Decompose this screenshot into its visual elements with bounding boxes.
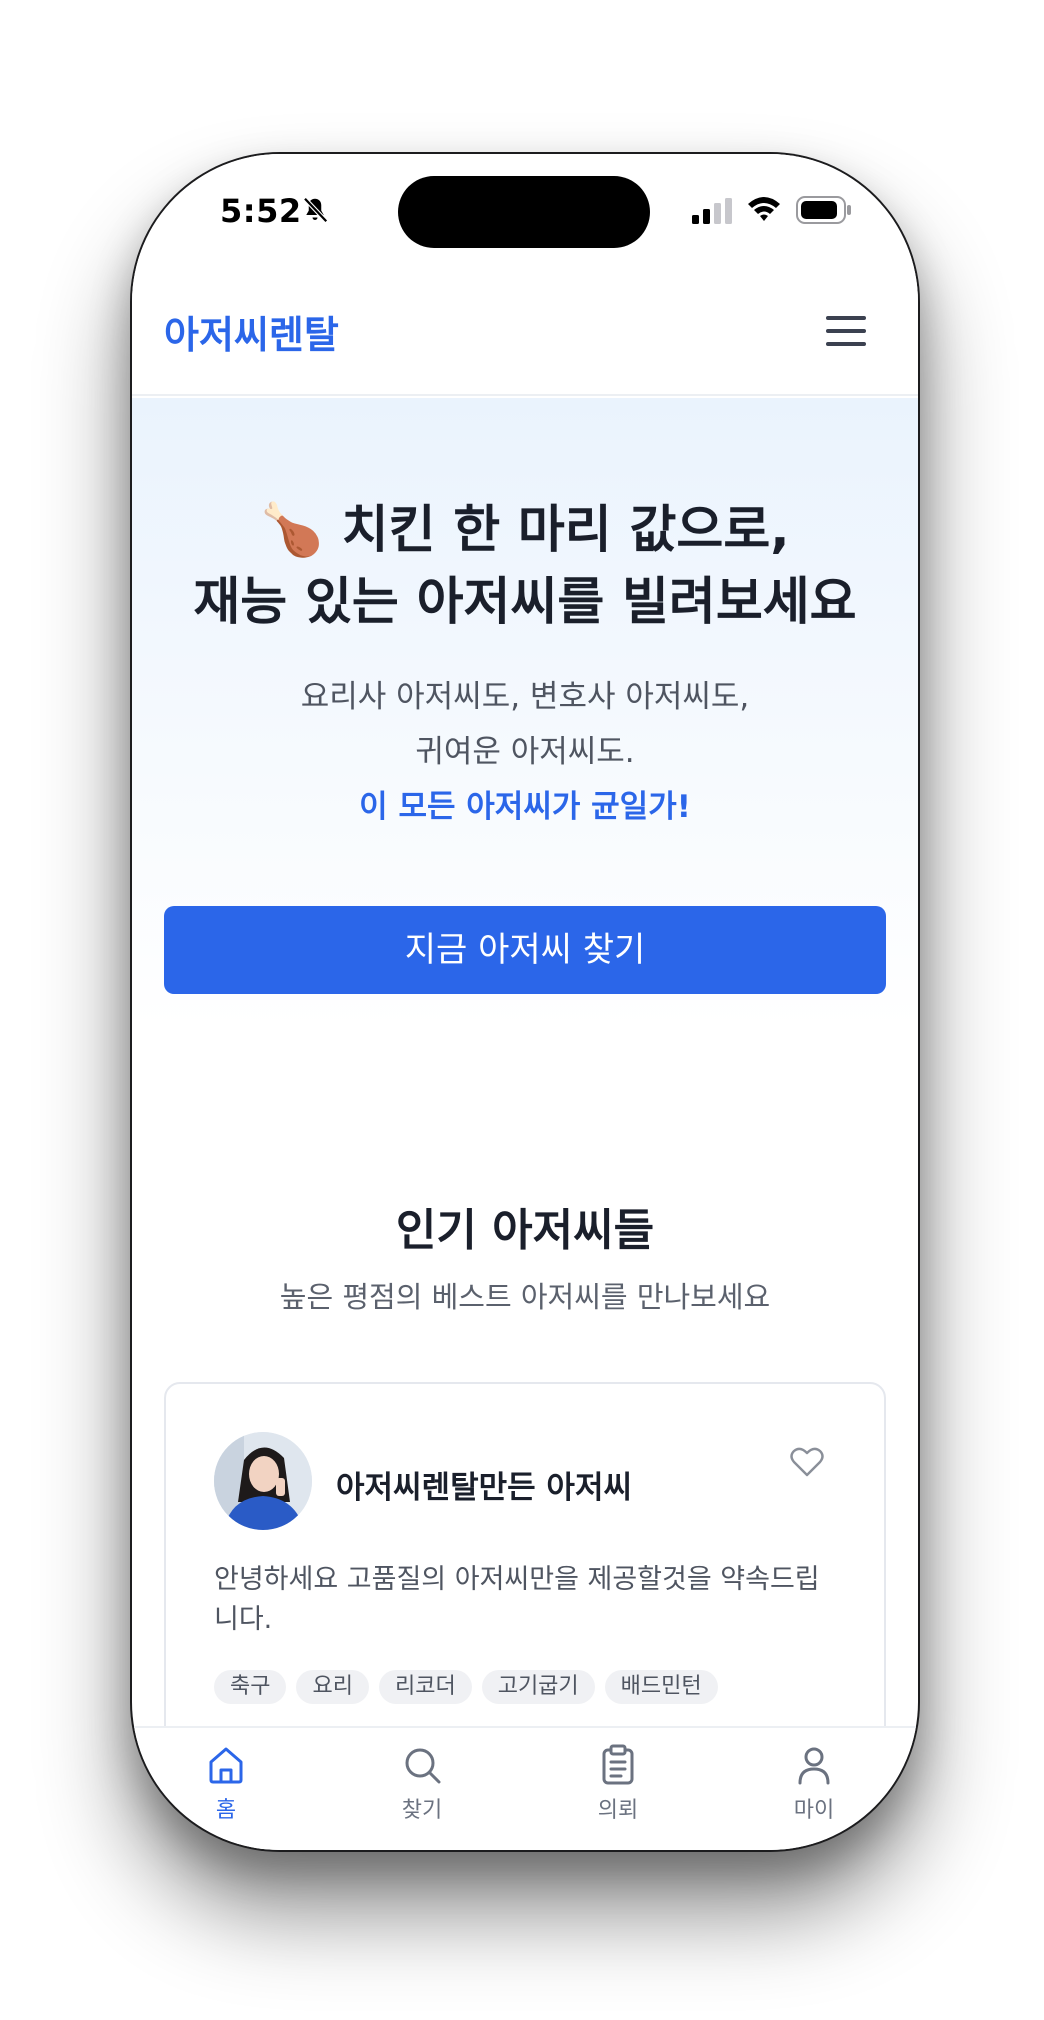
search-icon: [405, 1748, 441, 1784]
bell-off-icon: [303, 197, 328, 223]
hero-subtitle-line-1: 요리사 아저씨도, 변호사 아저씨도,: [300, 679, 750, 715]
heart-icon[interactable]: [790, 1446, 824, 1478]
clipboard-icon: [602, 1744, 634, 1785]
popular-section-title: 인기 아저씨들: [395, 1205, 655, 1256]
tab-home[interactable]: 홈: [166, 1738, 286, 1838]
dynamic-island: [398, 176, 650, 248]
tag: 배드민턴: [604, 1670, 718, 1704]
signal-icon: [692, 198, 732, 224]
hero-section: 🍗 치킨 한 마리 값으로, 재능 있는 아저씨를 빌려보세요 요리사 아저씨도…: [132, 398, 918, 1028]
menu-icon[interactable]: [826, 314, 866, 348]
avatar-image: [214, 1432, 312, 1530]
tab-my[interactable]: 마이: [754, 1738, 874, 1838]
hero-highlight: 이 모든 아저씨가 균일가!: [359, 789, 691, 825]
card-name: 아저씨렌탈만든 아저씨: [336, 1470, 632, 1506]
hero-subtitle-line-2: 귀여운 아저씨도.: [415, 734, 635, 770]
battery-icon: [796, 196, 851, 224]
home-icon: [209, 1747, 243, 1784]
popular-section-subtitle: 높은 평점의 베스트 아저씨를 만나보세요: [279, 1280, 771, 1314]
app-header: 아저씨렌탈: [132, 264, 918, 396]
tab-label: 의뢰: [597, 1798, 639, 1823]
card-description: 안녕하세요 고품질의 아저씨만을 제공할것을 약속드립니다.: [214, 1564, 820, 1635]
tab-requests[interactable]: 의뢰: [558, 1738, 678, 1838]
status-bar: 5:52: [132, 154, 918, 264]
tag: 리코더: [378, 1670, 472, 1704]
hero-title-line-2: 재능 있는 아저씨를 빌려보세요: [193, 573, 857, 632]
tag: 고기굽기: [481, 1670, 595, 1704]
person-icon: [798, 1747, 830, 1785]
tag: 축구: [214, 1670, 287, 1704]
hero-title-line-1: 🍗 치킨 한 마리 값으로,: [260, 501, 790, 560]
find-ajeossi-button[interactable]: 지금 아저씨 찾기: [164, 906, 886, 994]
wifi-icon: [748, 197, 780, 221]
hero-title: 🍗 치킨 한 마리 값으로, 재능 있는 아저씨를 빌려보세요: [132, 495, 918, 639]
tab-search[interactable]: 찾기: [362, 1738, 482, 1838]
bottom-tab-bar: 홈 찾기 의뢰 마이: [132, 1726, 918, 1850]
tab-label: 찾기: [401, 1798, 443, 1823]
status-time: 5:52: [220, 192, 302, 230]
phone-screen: 5:52 아저씨렌탈 🍗 치킨 한 마리 값으로, 재능 있는 아저씨를 빌려보…: [132, 154, 918, 1850]
tab-label: 마이: [793, 1798, 835, 1823]
tag: 요리: [296, 1670, 369, 1704]
hero-subtitle: 요리사 아저씨도, 변호사 아저씨도, 귀여운 아저씨도. 이 모든 아저씨가 …: [132, 670, 918, 835]
avatar: [214, 1432, 312, 1530]
tag-list: 축구 요리 리코더 고기굽기 배드민턴: [214, 1670, 718, 1704]
brand-logo[interactable]: 아저씨렌탈: [164, 304, 339, 359]
tab-label: 홈: [215, 1798, 237, 1823]
